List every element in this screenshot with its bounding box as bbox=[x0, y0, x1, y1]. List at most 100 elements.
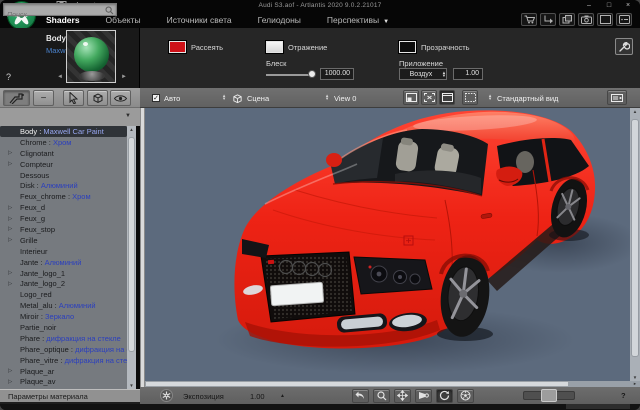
diffuse-color-swatch[interactable] bbox=[169, 41, 186, 53]
exposure-value[interactable]: 1.00 bbox=[250, 392, 265, 401]
list-item[interactable]: Jante : Алюминий bbox=[0, 257, 127, 268]
view-selector[interactable]: View 0 bbox=[334, 94, 356, 103]
render-area-button[interactable] bbox=[462, 90, 478, 105]
list-item[interactable]: ▷Plaque_ar bbox=[0, 366, 127, 377]
list-item[interactable]: Metal_alu : Алюминий bbox=[0, 300, 127, 311]
remove-shader-button[interactable]: − bbox=[33, 90, 54, 106]
single-view-button[interactable] bbox=[403, 90, 419, 105]
zoom-slider-handle[interactable] bbox=[541, 389, 557, 402]
list-item[interactable]: ▷Jante_logo_1 bbox=[0, 268, 127, 279]
preview-window-button[interactable] bbox=[439, 90, 455, 105]
list-item[interactable]: ▷Compteur bbox=[0, 159, 127, 170]
list-item[interactable]: Feux_chrome : Хром bbox=[0, 191, 127, 202]
expander-icon[interactable]: ▷ bbox=[8, 281, 20, 287]
duplicate-icon[interactable] bbox=[559, 13, 575, 26]
prev-shader-icon[interactable]: ◄ bbox=[57, 74, 63, 80]
search-input[interactable] bbox=[4, 10, 104, 21]
scroll-up-icon[interactable]: ▲ bbox=[127, 127, 136, 132]
list-item[interactable]: ▷Feux_d bbox=[0, 202, 127, 213]
cart-icon[interactable] bbox=[521, 13, 537, 26]
aperture-info-button[interactable] bbox=[457, 389, 474, 403]
camera-icon[interactable] bbox=[578, 13, 594, 26]
scene-stepper-icon[interactable]: ▲▼ bbox=[222, 94, 226, 100]
list-item[interactable]: Partie_noir bbox=[0, 322, 127, 333]
transparency-color-swatch[interactable] bbox=[399, 41, 416, 53]
list-item[interactable]: Logo_red bbox=[0, 289, 127, 300]
standard-view-selector[interactable]: Стандартный вид bbox=[497, 94, 558, 103]
expander-icon[interactable]: ▷ bbox=[8, 270, 20, 276]
select-tool-button[interactable] bbox=[63, 90, 84, 106]
shine-slider[interactable] bbox=[266, 74, 313, 76]
list-item[interactable]: Interieur bbox=[0, 246, 127, 257]
shader-settings-button[interactable] bbox=[615, 38, 633, 55]
expander-icon[interactable]: ▷ bbox=[8, 237, 20, 243]
application-value-field[interactable]: 1.00 bbox=[453, 68, 483, 80]
shine-slider-knob[interactable] bbox=[308, 70, 316, 78]
minimize-button[interactable]: – bbox=[582, 1, 596, 11]
expander-icon[interactable]: ▷ bbox=[8, 368, 20, 374]
scene-label[interactable]: Сцена bbox=[247, 94, 269, 103]
shine-value-field[interactable]: 1000.00 bbox=[320, 68, 354, 80]
material-parameters-header[interactable]: Параметры материала bbox=[0, 389, 140, 402]
console-icon[interactable] bbox=[616, 13, 632, 26]
expander-icon[interactable]: ▷ bbox=[8, 205, 20, 211]
shader-preview-thumbnail[interactable] bbox=[66, 30, 116, 83]
visibility-button[interactable] bbox=[110, 90, 131, 106]
next-shader-icon[interactable]: ► bbox=[121, 74, 127, 80]
list-item[interactable]: Dessous bbox=[0, 170, 127, 181]
exposure-popup-icon[interactable]: ▲ bbox=[280, 393, 285, 399]
orbit-tool-button[interactable] bbox=[436, 389, 453, 403]
list-scrollbar-thumb[interactable] bbox=[128, 137, 135, 352]
projector-button[interactable] bbox=[415, 389, 432, 403]
list-item[interactable]: Phare : дифракция на стекле bbox=[0, 333, 127, 344]
fullscreen-button[interactable] bbox=[421, 90, 437, 105]
auto-label: Авто bbox=[164, 94, 180, 103]
auto-checkbox[interactable] bbox=[152, 94, 160, 102]
list-item[interactable]: Phare_vitre : дифракция на стекле bbox=[0, 355, 127, 366]
list-item[interactable]: ▷Jante_logo_2 bbox=[0, 278, 127, 289]
zoom-tool-button[interactable] bbox=[373, 389, 390, 403]
object-mode-button[interactable] bbox=[87, 90, 108, 106]
pan-tool-button[interactable] bbox=[394, 389, 411, 403]
expander-icon[interactable]: ▷ bbox=[8, 379, 20, 385]
list-item[interactable]: ▷Feux_g bbox=[0, 213, 127, 224]
menu-heliodons[interactable]: Гелиодоны bbox=[258, 15, 301, 25]
expander-icon[interactable]: ▷ bbox=[8, 161, 20, 167]
search-field[interactable] bbox=[3, 3, 117, 16]
view-stepper-icon[interactable]: ▲▼ bbox=[325, 94, 329, 100]
scroll-down-icon[interactable]: ▼ bbox=[127, 383, 136, 388]
display-options-button[interactable] bbox=[607, 90, 627, 105]
menu-lights[interactable]: Источники света bbox=[167, 15, 232, 25]
frame-icon[interactable] bbox=[597, 13, 613, 26]
list-item[interactable]: ▷Feux_stop bbox=[0, 224, 127, 235]
menu-objects[interactable]: Объекты bbox=[106, 15, 141, 25]
list-item[interactable]: Miroir : Зеркало bbox=[0, 311, 127, 322]
help-button[interactable]: ? bbox=[621, 391, 626, 400]
scroll-up-icon[interactable]: ▲ bbox=[630, 109, 640, 114]
close-button[interactable]: × bbox=[621, 1, 635, 11]
expander-icon[interactable]: ▷ bbox=[8, 150, 20, 156]
back-button[interactable] bbox=[352, 389, 369, 403]
corner-arrow-icon[interactable] bbox=[540, 13, 556, 26]
list-item[interactable]: Disk : Алюминий bbox=[0, 180, 127, 191]
standard-view-stepper-icon[interactable]: ▲▼ bbox=[488, 94, 492, 100]
list-item[interactable]: Chrome : Хром bbox=[0, 137, 127, 148]
viewport-vscrollbar-thumb[interactable] bbox=[631, 119, 639, 357]
3d-viewport[interactable] bbox=[145, 108, 630, 381]
expander-icon[interactable]: ▷ bbox=[8, 216, 20, 222]
list-item[interactable]: ▷Plaque_av bbox=[0, 376, 127, 387]
maximize-button[interactable]: □ bbox=[602, 1, 616, 11]
expander-icon[interactable]: ▷ bbox=[8, 226, 20, 232]
list-item[interactable]: ▷Clignotant bbox=[0, 148, 127, 159]
application-select[interactable]: Воздух ▲▼ bbox=[399, 68, 447, 80]
list-item[interactable]: Body : Maxwell Car Paint bbox=[0, 126, 127, 137]
exposure-settings-button[interactable] bbox=[160, 389, 173, 402]
scroll-down-icon[interactable]: ▼ bbox=[630, 375, 640, 380]
menu-perspectives[interactable]: Перспективы▼ bbox=[327, 15, 389, 25]
create-shader-button[interactable] bbox=[3, 90, 30, 106]
search-filter-dropdown-icon[interactable]: ▼ bbox=[125, 113, 131, 119]
reflection-color-swatch[interactable] bbox=[266, 41, 283, 53]
list-item[interactable]: Phare_optique : дифракция на стекле bbox=[0, 344, 127, 355]
list-item[interactable]: ▷Grille bbox=[0, 235, 127, 246]
help-link[interactable]: ? bbox=[6, 72, 11, 82]
